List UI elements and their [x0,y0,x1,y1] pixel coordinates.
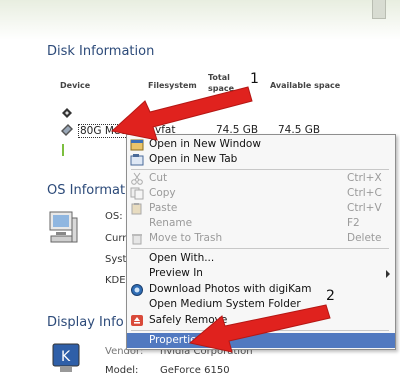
red-arrow-2-icon [188,304,331,353]
annotation-arrows [110,86,331,353]
annotation-number-1: 1 [250,71,259,87]
red-arrow-1-icon [110,86,253,141]
annotation-number-2: 2 [326,288,335,304]
